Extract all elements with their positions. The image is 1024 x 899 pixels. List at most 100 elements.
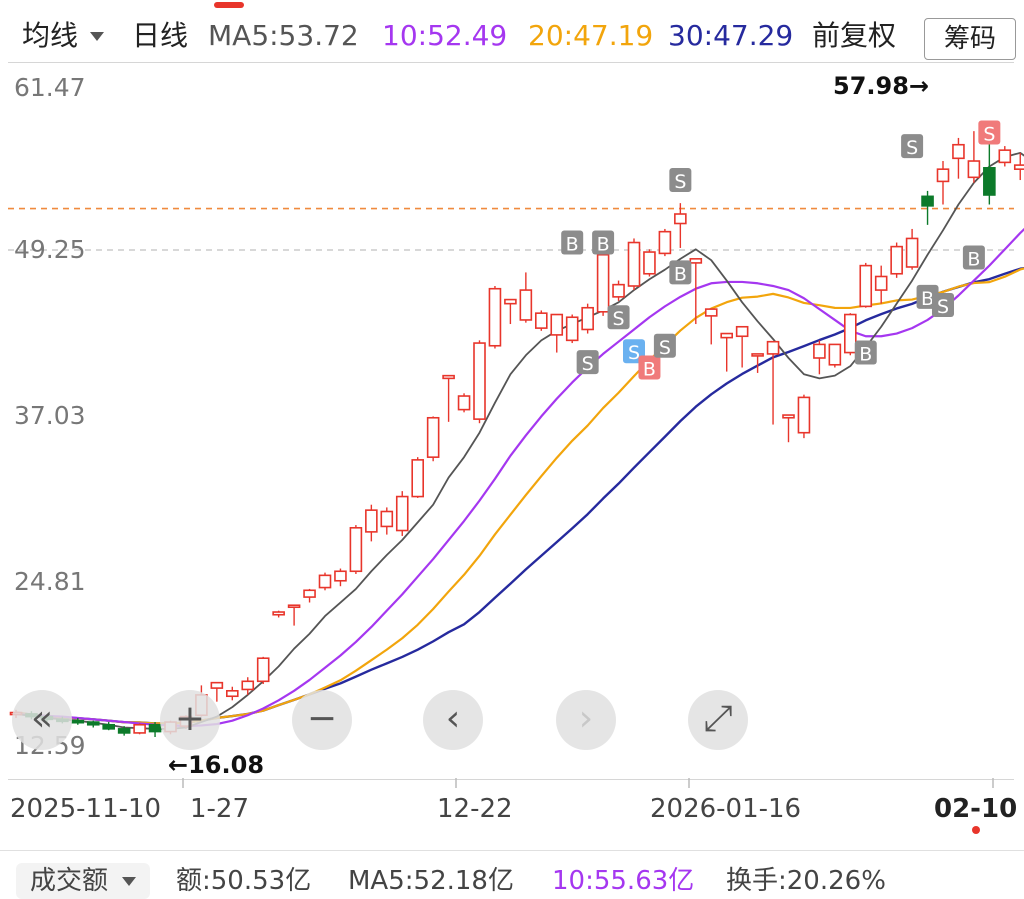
candle-body <box>751 353 764 357</box>
candle-body <box>102 723 115 730</box>
candle-body <box>627 241 641 287</box>
x-axis-label: 12-22 <box>437 794 513 824</box>
amount-ma5-value: MA5:52.18亿 <box>348 866 514 896</box>
candle-body <box>797 396 811 434</box>
candle-body <box>967 160 981 179</box>
candle-body <box>210 681 224 689</box>
chevron-left-icon: ‹ <box>445 698 461 739</box>
y-axis-label: 24.81 <box>14 567 86 596</box>
candle-body <box>256 657 270 683</box>
volume-indicator-select[interactable]: 成交额 <box>16 863 151 899</box>
step-back-button[interactable]: ‹ <box>423 690 483 750</box>
min-price-label: ←16.08 <box>168 751 264 779</box>
candle-body <box>828 343 842 366</box>
candle-body <box>303 589 316 598</box>
candlestick-chart[interactable]: B BSSSBSSBBSB SBS57.98→←16.08 61.4749.2537… <box>0 0 1024 887</box>
candle-body <box>287 604 301 609</box>
fast-backward-button[interactable]: « <box>12 690 72 750</box>
candle-body <box>813 343 826 359</box>
candle-body <box>983 167 996 196</box>
candle-body <box>457 395 471 411</box>
candle-body <box>782 414 795 419</box>
candle-body <box>550 313 564 336</box>
y-axis-label: 37.03 <box>14 401 86 430</box>
candle-body <box>890 245 903 275</box>
chevron-down-icon <box>122 876 137 886</box>
candle-body <box>241 680 255 691</box>
candle-body <box>365 509 378 533</box>
candle-body <box>998 149 1012 164</box>
candle-body <box>658 230 672 255</box>
candle-body <box>148 723 162 733</box>
candle-body <box>226 690 239 698</box>
candle-body <box>689 258 703 264</box>
amount-ma10-value: 10:55.63亿 <box>552 866 695 896</box>
candle-body <box>859 264 873 308</box>
volume-indicator-label: 成交额 <box>30 866 109 896</box>
candle-body <box>735 325 749 338</box>
current-dot <box>972 826 980 834</box>
candle-body <box>334 570 347 582</box>
ma20-line <box>15 267 1024 725</box>
zoom-in-button[interactable]: + <box>160 690 220 750</box>
trade-marker-label: S <box>582 353 594 375</box>
trade-marker-label: B <box>597 234 610 256</box>
candle-body <box>843 313 857 354</box>
candle-body <box>71 719 85 724</box>
amount-value: 额:50.53亿 <box>176 866 312 896</box>
candle-body <box>1013 164 1024 170</box>
fullscreen-button[interactable]: ⤢ <box>688 690 748 750</box>
candle-body <box>86 721 100 726</box>
candle-body <box>766 340 780 355</box>
trade-marker-label: S <box>613 308 625 330</box>
x-axis-label: 2026-01-16 <box>650 794 802 824</box>
candle-body <box>905 237 919 268</box>
candle-body <box>133 723 146 734</box>
candle-body <box>349 526 363 573</box>
candle-body <box>117 728 131 734</box>
candle-body <box>704 308 718 317</box>
trade-marker-label: B <box>643 359 656 381</box>
trade-marker-label: B <box>967 248 980 270</box>
ma5-line <box>15 151 1024 730</box>
candle-body <box>426 416 440 458</box>
trade-marker-label: S <box>983 123 995 145</box>
candle-body <box>411 459 425 498</box>
candle-body <box>488 287 502 347</box>
double-chevron-left-icon: « <box>30 698 54 739</box>
zoom-out-button[interactable]: − <box>292 690 352 750</box>
max-price-label: 57.98→ <box>833 72 929 100</box>
y-axis-label: 61.47 <box>14 73 86 102</box>
trade-marker-label: B <box>859 344 872 366</box>
candle-body <box>504 298 517 305</box>
candle-body <box>936 168 950 183</box>
minus-icon: − <box>306 698 338 739</box>
candle-body <box>318 574 332 589</box>
candle-body <box>473 342 486 420</box>
trade-marker-label: S <box>937 296 949 318</box>
x-axis-label-current: 02-10 <box>934 794 1018 824</box>
candle-body <box>519 289 533 321</box>
trade-marker-label: S <box>659 337 671 359</box>
candle-body <box>272 611 285 616</box>
candle-body <box>596 253 610 313</box>
candle-body <box>921 195 934 207</box>
y-axis-label: 49.25 <box>14 235 86 264</box>
trade-marker-label: S <box>674 171 686 193</box>
candle-body <box>534 312 548 329</box>
candle-body <box>720 332 734 339</box>
volume-indicator-bar: 成交额 额:50.53亿 MA5:52.18亿 10:55.63亿 换手:20.… <box>0 850 1024 899</box>
candle-body <box>952 143 965 160</box>
plus-icon: + <box>174 698 206 739</box>
turnover-value: 换手:20.26% <box>726 866 886 896</box>
step-forward-button[interactable]: › <box>556 690 616 750</box>
fullscreen-corners-icon: ⤢ <box>703 698 733 739</box>
candle-body <box>874 275 888 291</box>
candle-body <box>612 283 625 298</box>
candle-body <box>565 316 579 342</box>
candle-body <box>395 495 409 532</box>
candle-body <box>674 213 687 225</box>
candle-body <box>581 306 594 331</box>
trade-marker-label: S <box>906 137 918 159</box>
candle-body <box>442 374 455 380</box>
